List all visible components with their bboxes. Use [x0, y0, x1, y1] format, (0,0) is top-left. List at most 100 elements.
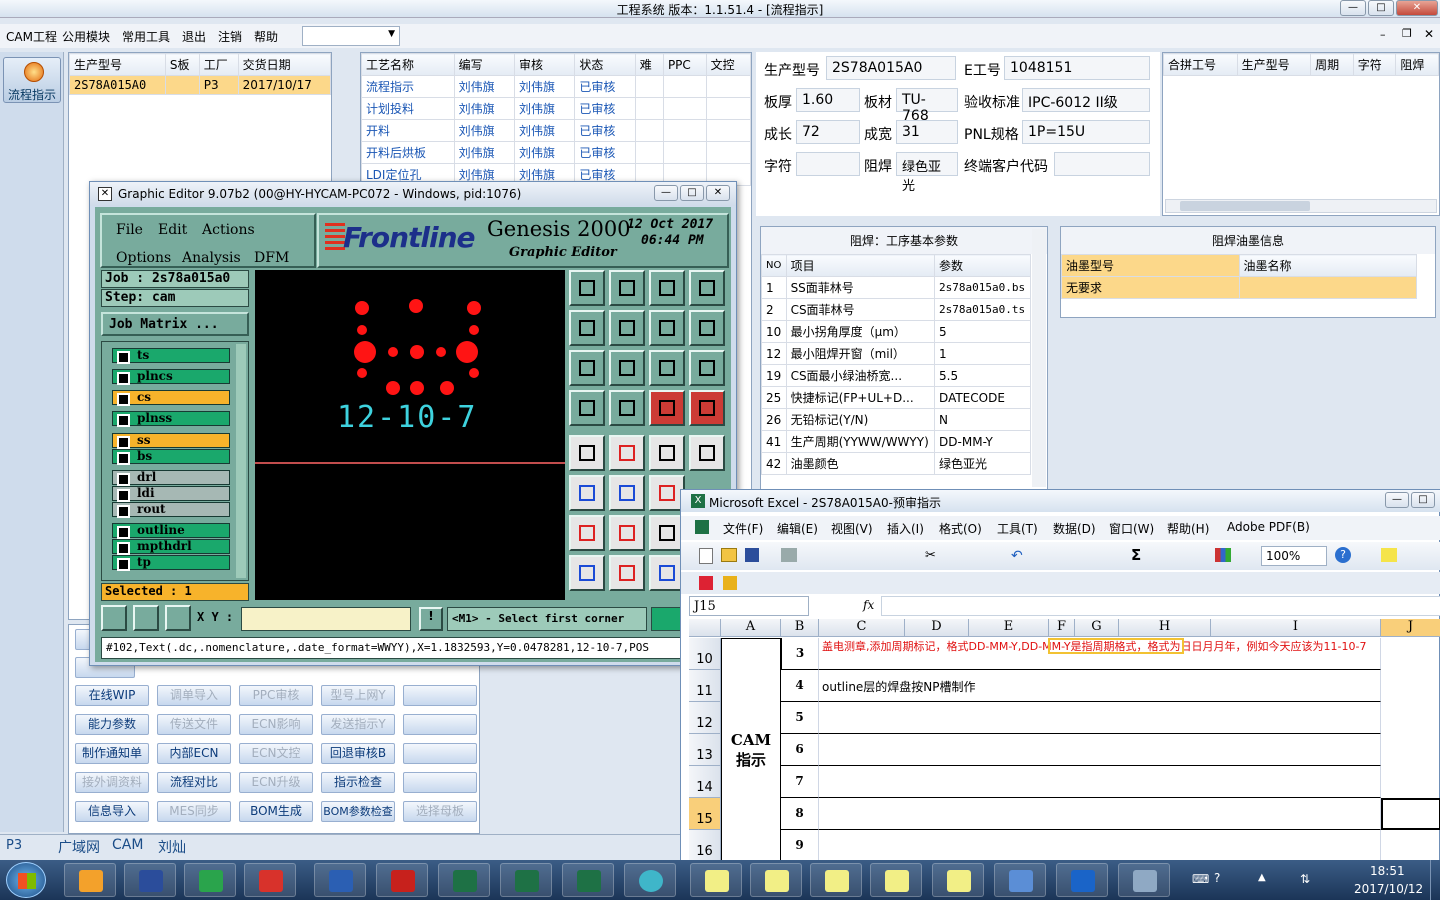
taskbar-app-screen[interactable]	[1118, 863, 1170, 897]
flow-compare-button[interactable]: 流程对比	[157, 772, 231, 793]
tool-button[interactable]	[689, 390, 725, 426]
zoom-combo[interactable]: 100%	[1261, 546, 1327, 566]
taskbar-app-x[interactable]	[870, 863, 922, 897]
close-button[interactable]: ✕	[706, 185, 730, 201]
menu-edit[interactable]: Edit	[158, 222, 187, 238]
item-number-cell[interactable]: 5	[781, 702, 819, 734]
horizontal-scrollbar[interactable]	[1165, 199, 1437, 213]
taskbar-app-pdf[interactable]	[376, 863, 428, 897]
layer-item[interactable]: plncs	[112, 369, 230, 385]
command-line[interactable]: #102,Text(.dc,.nomenclature,.date_format…	[101, 637, 729, 659]
material-field[interactable]: TU-768	[896, 88, 958, 124]
capability-button[interactable]: 能力参数	[75, 714, 149, 735]
bom-generate-button[interactable]: BOM生成	[239, 801, 313, 822]
column-header[interactable]: A	[721, 619, 781, 637]
instruction-cell[interactable]: outline层的焊盘按NP槽制作	[819, 670, 1381, 702]
col-reviewer[interactable]: 审核	[513, 53, 576, 76]
excel-menu-adobe[interactable]: Adobe PDF(B)	[1227, 520, 1310, 534]
tool-button[interactable]	[689, 270, 725, 306]
item-number-cell[interactable]: 7	[781, 766, 819, 798]
e-no-field[interactable]: 1048151	[1004, 56, 1150, 80]
blank-button[interactable]	[403, 743, 477, 764]
mask-field[interactable]: 绿色亚光	[896, 152, 958, 194]
pnl-field[interactable]: 1P=15U	[1022, 120, 1150, 144]
layer-item[interactable]: drl	[112, 470, 230, 486]
col-delivery-date[interactable]: 交货日期	[237, 53, 332, 76]
table-row[interactable]: 2S78A015A0 P3 2017/10/17	[69, 75, 332, 95]
mdi-close-icon[interactable]: ✕	[1424, 27, 1434, 41]
table-row[interactable]: 开料 刘伟旗 刘伟旗 已审核	[361, 119, 752, 142]
layer-item[interactable]: mpthdrl	[112, 539, 230, 555]
excel-menu-edit[interactable]: 编辑(E)	[777, 520, 818, 537]
row-header[interactable]: 12	[689, 702, 721, 734]
info-import-button[interactable]: 信息导入	[75, 801, 149, 822]
table-row[interactable]: 19 CS面最小绿油桥宽... 5.5	[761, 364, 1031, 387]
length-field[interactable]: 72	[796, 120, 860, 144]
send-instruction-button[interactable]: 发送指示Y	[321, 714, 395, 735]
layer-item[interactable]: ts	[112, 348, 230, 364]
minimize-button[interactable]: —	[654, 185, 678, 201]
excel-menu-insert[interactable]: 插入(I)	[887, 520, 924, 537]
blank-button[interactable]	[403, 772, 477, 793]
xy-input[interactable]	[241, 607, 411, 631]
taskbar-app-excel[interactable]	[562, 863, 614, 897]
taskbar-app-word[interactable]	[314, 863, 366, 897]
taskbar-app-x[interactable]	[750, 863, 802, 897]
tool-button[interactable]	[569, 390, 605, 426]
instruction-cell[interactable]	[819, 798, 1381, 830]
excel-menu-help[interactable]: 帮助(H)	[1167, 520, 1209, 537]
home-tool-button[interactable]	[649, 270, 685, 306]
layer-item[interactable]: ldi	[112, 486, 230, 502]
row-header[interactable]: 15	[689, 798, 721, 830]
row-header[interactable]: 11	[689, 670, 721, 702]
flow-instruction-button[interactable]: 流程指示	[3, 57, 61, 103]
column-header[interactable]: E	[969, 619, 1049, 637]
scale-tool-button[interactable]	[649, 350, 685, 386]
grid-snap-icon[interactable]	[165, 605, 191, 631]
instruction-cell[interactable]	[819, 702, 1381, 734]
width-field[interactable]: 31	[896, 120, 958, 144]
taskbar-app-f2[interactable]	[1056, 863, 1108, 897]
customer-code-field[interactable]	[1054, 152, 1150, 176]
mdi-minimize-icon[interactable]: –	[1380, 28, 1386, 41]
pdf-mail-icon[interactable]	[723, 576, 737, 590]
item-number-cell[interactable]: 8	[781, 798, 819, 830]
pdf-icon[interactable]	[699, 576, 713, 590]
ppc-review-button[interactable]: PPC审核	[239, 685, 313, 706]
menu-exit[interactable]: 退出	[182, 28, 206, 45]
col-doc-control[interactable]: 文控	[705, 53, 752, 76]
print-icon[interactable]	[781, 548, 797, 562]
instruction-cell[interactable]: 盖电测章,添加周期标记，格式DD-MM-Y,DD-MM-Y是指周期格式，格式为日…	[819, 638, 1381, 670]
taskbar-app-excel[interactable]	[500, 863, 552, 897]
tool-button[interactable]	[609, 475, 645, 511]
tool-button[interactable]	[609, 555, 645, 591]
select-tool-icon[interactable]	[101, 605, 127, 631]
new-doc-icon[interactable]	[699, 548, 713, 564]
menu-actions[interactable]: Actions	[202, 222, 255, 238]
fill-color-icon[interactable]	[1381, 548, 1397, 562]
model-online-button[interactable]: 型号上网Y	[321, 685, 395, 706]
table-row[interactable]: 2 CS面菲林号 2s78a015a0.ts	[761, 298, 1031, 321]
keyboard-tray-icon[interactable]: ⌨	[1192, 872, 1209, 886]
char-field[interactable]	[796, 152, 860, 176]
maximize-button[interactable]: □	[1368, 0, 1394, 16]
taskbar-app-save[interactable]	[124, 863, 176, 897]
layer-item[interactable]: ss	[112, 433, 230, 449]
tool-button[interactable]	[609, 515, 645, 551]
instruction-cell[interactable]	[819, 766, 1381, 798]
section-cell[interactable]: CAM 指示	[721, 638, 781, 862]
measure-tool-icon[interactable]	[133, 605, 159, 631]
menu-analysis[interactable]: Analysis	[182, 250, 241, 266]
tool-button[interactable]	[609, 435, 645, 471]
row-header[interactable]: 10	[689, 638, 721, 670]
table-row[interactable]: 10 最小拐角厚度（μm） 5	[761, 320, 1031, 343]
tool-button[interactable]	[569, 310, 605, 346]
model-field[interactable]: 2S78A015A0	[826, 56, 956, 80]
import-button[interactable]: 调单导入	[157, 685, 231, 706]
menu-logout[interactable]: 注销	[218, 28, 242, 45]
ecn-impact-button[interactable]: ECN影响	[239, 714, 313, 735]
menu-common-tools[interactable]: 常用工具	[122, 28, 170, 45]
chart-icon[interactable]	[1215, 548, 1231, 562]
tool-button[interactable]	[609, 270, 645, 306]
col-merge-period[interactable]: 周期	[1310, 53, 1354, 76]
